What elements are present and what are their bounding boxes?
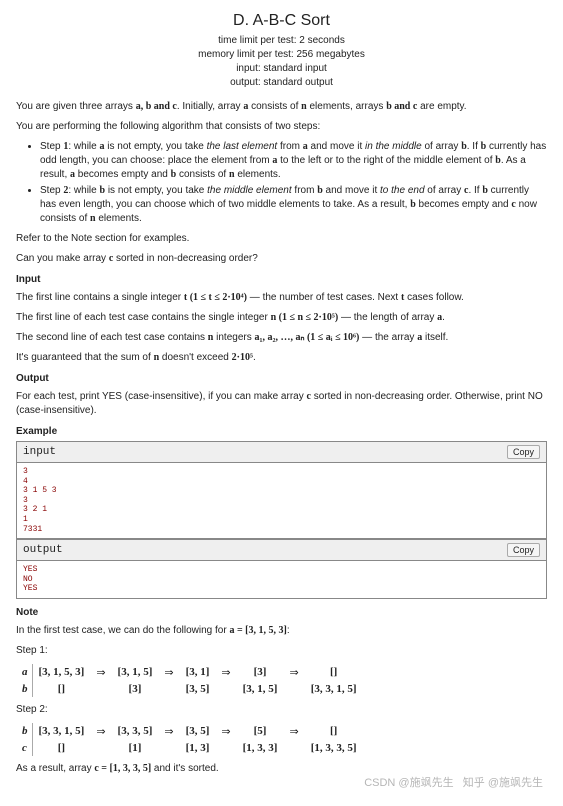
note-title: Note (16, 607, 547, 618)
watermark: CSDN @施飒先生 知乎 @施飒先生 (364, 774, 543, 790)
input-p3: The second line of each test case contai… (16, 331, 547, 345)
output-content: YES NO YES (17, 561, 546, 598)
statement-p4: Can you make array c sorted in non-decre… (16, 252, 547, 266)
step-2: Step 2: while b is not empty, you take t… (40, 184, 547, 226)
input-content: 3 4 3 1 5 3 3 3 2 1 1 7331 (17, 463, 546, 538)
input-p2: The first line of each test case contain… (16, 311, 547, 325)
input-label: input (23, 446, 56, 458)
copy-input-button[interactable]: Copy (507, 445, 540, 459)
output-spec: output: standard output (16, 76, 547, 90)
copy-output-button[interactable]: Copy (507, 543, 540, 557)
step1-table: a [3, 1, 5, 3]⇒ [3, 1, 5]⇒ [3, 1]⇒ [3]⇒ … (16, 664, 363, 697)
input-p1: The first line contains a single integer… (16, 291, 547, 305)
note-p1: In the first test case, we can do the fo… (16, 624, 547, 638)
input-p4: It's guaranteed that the sum of n doesn'… (16, 351, 547, 365)
memory-limit: memory limit per test: 256 megabytes (16, 48, 547, 62)
statement-p1: You are given three arrays a, b and c. I… (16, 100, 547, 114)
note-step1-label: Step 1: (16, 644, 547, 658)
note-step2-label: Step 2: (16, 703, 547, 717)
output-label: output (23, 544, 63, 556)
statement-p3: Refer to the Note section for examples. (16, 232, 547, 246)
output-box: output Copy YES NO YES (16, 539, 547, 599)
input-box: input Copy 3 4 3 1 5 3 3 3 2 1 1 7331 (16, 441, 547, 539)
input-title: Input (16, 274, 547, 285)
example-title: Example (16, 426, 547, 437)
statement-p2: You are performing the following algorit… (16, 120, 547, 134)
output-title: Output (16, 373, 547, 384)
output-p1: For each test, print YES (case-insensiti… (16, 390, 547, 418)
input-spec: input: standard input (16, 62, 547, 76)
problem-title: D. A-B-C Sort (16, 12, 547, 30)
step2-table: b [3, 3, 1, 5]⇒ [3, 3, 5]⇒ [3, 5]⇒ [5]⇒ … (16, 723, 363, 756)
time-limit: time limit per test: 2 seconds (16, 34, 547, 48)
step-1: Step 1: while a is not empty, you take t… (40, 140, 547, 182)
note-end: As a result, array c = [1, 3, 3, 5] and … (16, 762, 547, 776)
